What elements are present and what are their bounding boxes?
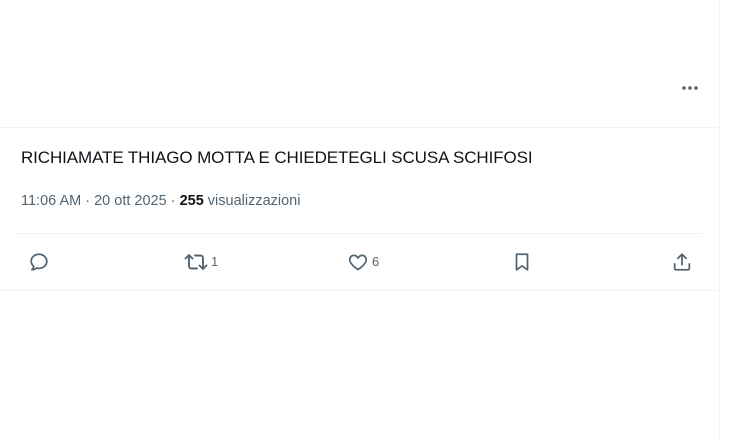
- heart-icon: [348, 254, 368, 271]
- retweet-icon: [184, 254, 208, 270]
- meta-separator: ·: [166, 193, 180, 209]
- bottom-divider: [0, 290, 720, 291]
- views-label: visualizzazioni: [203, 193, 301, 209]
- reply-button[interactable]: [28, 250, 53, 274]
- views-count: 255: [179, 193, 204, 209]
- more-dots-icon: [682, 86, 698, 90]
- like-count: 6: [372, 254, 380, 269]
- page: RICHIAMATE THIAGO MOTTA E CHIEDETEGLI SC…: [0, 0, 740, 440]
- tweet-date[interactable]: 20 ott 2025: [94, 193, 167, 209]
- tweet-column: RICHIAMATE THIAGO MOTTA E CHIEDETEGLI SC…: [0, 0, 720, 440]
- reply-icon: [30, 253, 48, 271]
- tweet-metadata: 11:06 AM · 20 ott 2025 · 255 visualizzaz…: [21, 191, 300, 211]
- more-options-button[interactable]: [672, 76, 708, 100]
- bookmark-button[interactable]: [511, 250, 533, 274]
- tweet-time[interactable]: 11:06 AM: [21, 193, 81, 209]
- meta-separator: ·: [81, 193, 95, 209]
- like-button[interactable]: 6: [347, 250, 379, 274]
- tweet-text: RICHIAMATE THIAGO MOTTA E CHIEDETEGLI SC…: [21, 148, 533, 167]
- action-bar: 1 6: [0, 234, 720, 290]
- share-button[interactable]: [671, 250, 693, 274]
- top-divider: [0, 127, 720, 128]
- bookmark-icon: [515, 253, 529, 271]
- retweet-button[interactable]: 1: [184, 250, 218, 274]
- retweet-count: 1: [211, 254, 219, 269]
- share-icon: [673, 253, 691, 271]
